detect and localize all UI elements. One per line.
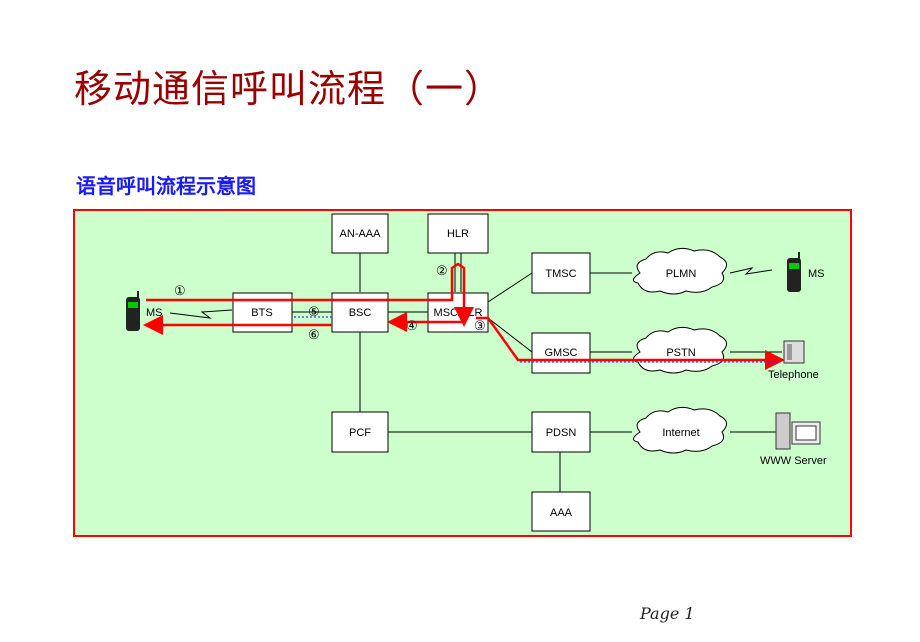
call-flow-diagram: AN-AAA HLR BTS BSC MSC/VLR TMSC GMSC PCF… bbox=[73, 209, 852, 537]
ms-left-label: MS bbox=[146, 307, 163, 319]
svg-text:HLR: HLR bbox=[447, 228, 469, 240]
svg-text:AN-AAA: AN-AAA bbox=[340, 228, 382, 240]
node-gmsc[interactable]: GMSC bbox=[531, 332, 591, 374]
step-5: ⑤ bbox=[308, 304, 320, 319]
telephone-label: Telephone bbox=[768, 369, 819, 381]
telephone-icon bbox=[783, 340, 805, 364]
node-hlr[interactable]: HLR bbox=[427, 213, 489, 254]
node-pdsn[interactable]: PDSN bbox=[531, 411, 591, 453]
svg-text:BSC: BSC bbox=[349, 307, 372, 319]
node-pcf[interactable]: PCF bbox=[331, 411, 389, 453]
node-tmsc[interactable]: TMSC bbox=[531, 252, 591, 294]
svg-text:PCF: PCF bbox=[349, 427, 371, 439]
node-an-aaa[interactable]: AN-AAA bbox=[331, 213, 389, 254]
diagram-frame bbox=[73, 209, 852, 537]
svg-text:BTS: BTS bbox=[251, 307, 272, 319]
step-6: ⑥ bbox=[308, 327, 320, 342]
node-aaa[interactable]: AAA bbox=[531, 491, 591, 532]
step-3: ③ bbox=[474, 318, 486, 333]
svg-text:PLMN: PLMN bbox=[666, 268, 697, 280]
step-2: ② bbox=[436, 263, 448, 278]
svg-text:GMSC: GMSC bbox=[545, 347, 578, 359]
svg-text:PSTN: PSTN bbox=[666, 347, 695, 359]
www-server-label: WWW Server bbox=[760, 455, 827, 467]
page-number: Page 1 bbox=[640, 604, 695, 623]
svg-text:AAA: AAA bbox=[550, 507, 573, 519]
ms-right-label: MS bbox=[808, 268, 825, 280]
step-4: ④ bbox=[406, 318, 418, 333]
svg-text:PDSN: PDSN bbox=[546, 427, 577, 439]
step-1: ① bbox=[174, 283, 186, 298]
svg-text:TMSC: TMSC bbox=[545, 268, 576, 280]
svg-text:Internet: Internet bbox=[662, 427, 699, 439]
